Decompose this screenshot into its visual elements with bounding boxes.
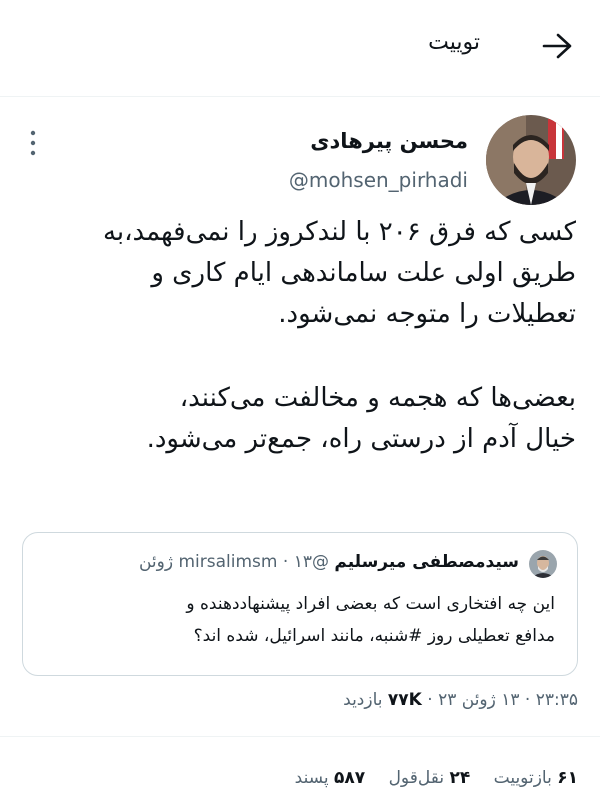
quotes-label: نقل‌قول [388, 768, 445, 788]
quoted-avatar[interactable] [529, 550, 557, 578]
quotes-count: ۲۴ [449, 768, 471, 788]
quoted-header: سیدمصطفی میرسلیم @mirsalimsm · ۱۳ ژوئن [139, 552, 519, 572]
tweet-line: بعضی‌ها که هجمه و مخالفت می‌کنند، [179, 383, 576, 413]
tweet-line: تعطیلات را متوجه نمی‌شود. [278, 299, 576, 329]
quoted-line: مدافع تعطیلی روز #شنبه، مانند اسرائیل، ش… [193, 626, 555, 646]
likes-count: ۵۸۷ [334, 768, 366, 788]
tweet-line: طریق اولی علت ساماندهی ایام کاری و [151, 258, 576, 288]
header-divider [0, 96, 600, 97]
top-bar: توییت [0, 0, 600, 96]
retweets-label: بازتوییت [493, 768, 552, 788]
retweets-count: ۶۱ [557, 768, 578, 788]
more-options-icon[interactable] [26, 128, 40, 158]
likes-label: پسند [294, 768, 329, 788]
stats-divider [0, 736, 600, 737]
separator-dot: · [427, 690, 433, 710]
author-name[interactable]: محسن پیرهادی [310, 129, 468, 153]
quoted-line: این چه افتخاری است که بعضی افراد پیشنهاد… [186, 594, 555, 614]
views-count: ۷۷K [387, 690, 422, 710]
tweet-line: کسی که فرق ۲۰۶ با لندکروز را نمی‌فهمد،به [102, 217, 576, 247]
quotes-stat[interactable]: ۲۴ نقل‌قول [383, 768, 471, 788]
tweet-line: خیال آدم از درستی راه، جمع‌تر می‌شود. [146, 424, 576, 454]
page-title: توییت [428, 30, 480, 55]
author-handle[interactable]: @mohsen_pirhadi [289, 168, 468, 192]
engagement-stats: ۶۱ بازتوییت ۲۴ نقل‌قول ۵۸۷ پسند [277, 768, 578, 788]
tweet-time[interactable]: ۲۳:۳۵ [536, 690, 578, 710]
tweet-timestamp: ۲۳:۳۵ · ۱۳ ژوئن ۲۳ · ۷۷K بازدید [343, 690, 578, 710]
tweet-text: کسی که فرق ۲۰۶ با لندکروز را نمی‌فهمد،به… [26, 212, 576, 460]
likes-stat[interactable]: ۵۸۷ پسند [295, 768, 366, 788]
quoted-text: این چه افتخاری است که بعضی افراد پیشنهاد… [45, 588, 555, 652]
separator-dot: · [282, 552, 289, 572]
tweet-date[interactable]: ۱۳ ژوئن ۲۳ [438, 690, 519, 710]
separator-dot: · [524, 690, 531, 710]
back-arrow-icon[interactable] [542, 33, 572, 59]
quoted-tweet[interactable]: سیدمصطفی میرسلیم @mirsalimsm · ۱۳ ژوئن ا… [22, 532, 578, 676]
author-avatar[interactable] [486, 115, 576, 205]
quoted-author-name[interactable]: سیدمصطفی میرسلیم [334, 552, 519, 572]
views-label: بازدید [343, 690, 383, 710]
retweets-stat[interactable]: ۶۱ بازتوییت [488, 768, 578, 788]
